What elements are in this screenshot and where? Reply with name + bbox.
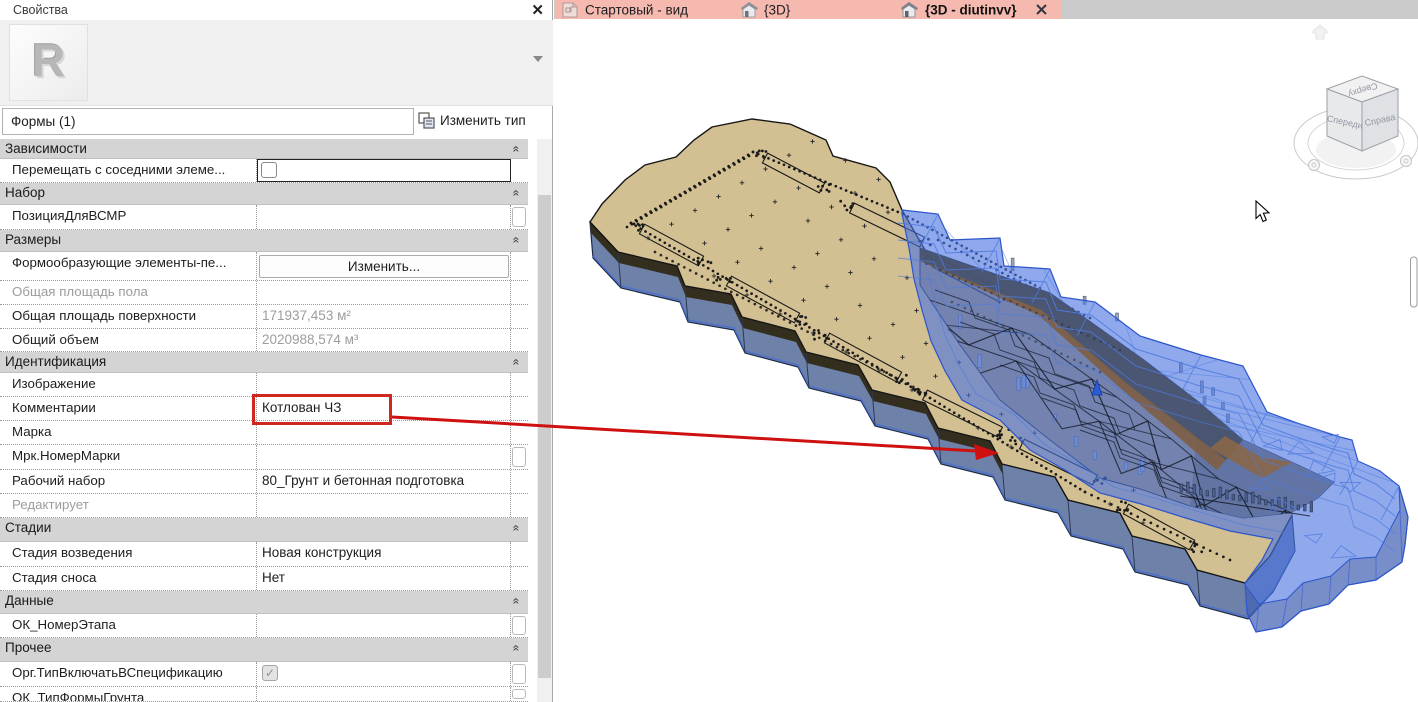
svg-text:{3D - diutinvv}: {3D - diutinvv} bbox=[925, 3, 1017, 18]
svg-text:{3D}: {3D} bbox=[764, 3, 791, 18]
svg-text:Стартовый - вид: Стартовый - вид bbox=[585, 3, 688, 18]
